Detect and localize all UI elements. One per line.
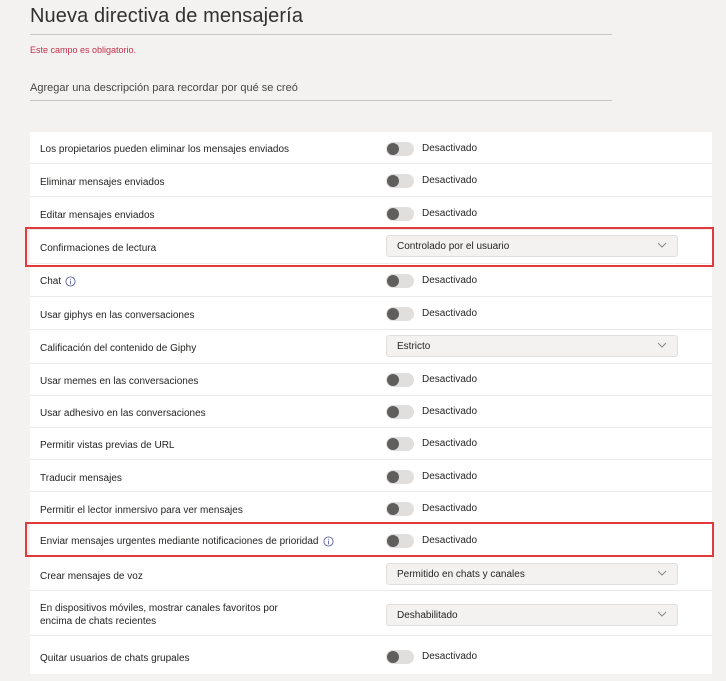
setting-row-stickers: Usar adhesivo en las conversaciones Desa…	[30, 396, 712, 428]
highlight-urgent-messages	[25, 522, 714, 557]
chevron-down-icon	[657, 570, 667, 576]
edit-sent-toggle[interactable]: Desactivado	[386, 205, 477, 223]
setting-label-wrap: En dispositivos móviles, mostrar canales…	[40, 602, 278, 628]
setting-row-giphys: Usar giphys en las conversaciones Desact…	[30, 297, 712, 330]
toggle-state: Desactivado	[422, 503, 478, 515]
url-previews-toggle[interactable]: Desactivado	[386, 435, 477, 453]
remove-users-toggle[interactable]: Desactivado	[386, 648, 477, 666]
toggle-knob	[387, 437, 399, 450]
dropdown-value: Permitido en chats y canales	[397, 569, 525, 580]
setting-row-edit-sent: Editar mensajes enviados Desactivado	[30, 197, 712, 230]
setting-label: Eliminar mensajes enviados	[40, 177, 165, 188]
chevron-down-icon	[657, 342, 667, 348]
toggle-knob	[387, 274, 399, 287]
description-underline	[30, 100, 612, 101]
toggle-state: Desactivado	[422, 175, 478, 187]
toggle-switch[interactable]	[386, 404, 414, 419]
page-title: Nueva directiva de mensajería	[30, 5, 304, 27]
giphys-toggle[interactable]: Desactivado	[386, 305, 477, 323]
toggle-switch[interactable]	[386, 469, 414, 484]
toggle-state: Desactivado	[422, 208, 478, 220]
voice-messages-dropdown[interactable]: Permitido en chats y canales	[386, 563, 678, 585]
giphy-rating-dropdown[interactable]: Estricto	[386, 335, 678, 357]
setting-row-owners-delete: Los propietarios pueden eliminar los men…	[30, 132, 712, 164]
toggle-switch[interactable]	[386, 436, 414, 451]
setting-label: Permitir el lector inmersivo para ver me…	[40, 505, 243, 516]
settings-panel: Los propietarios pueden eliminar los men…	[30, 132, 712, 674]
setting-row-giphy-rating: Calificación del contenido de Giphy Estr…	[30, 330, 712, 364]
mobile-favorites-dropdown[interactable]: Deshabilitado	[386, 604, 678, 626]
toggle-state: Desactivado	[422, 406, 478, 418]
setting-row-mobile-favorites: En dispositivos móviles, mostrar canales…	[30, 591, 712, 636]
toggle-switch[interactable]	[386, 141, 414, 156]
toggle-switch[interactable]	[386, 501, 414, 516]
title-underline[interactable]	[30, 34, 612, 35]
setting-label-line1: En dispositivos móviles, mostrar canales…	[40, 603, 278, 614]
toggle-knob	[387, 470, 399, 483]
setting-label: Usar giphys en las conversaciones	[40, 310, 195, 321]
chat-toggle[interactable]: Desactivado	[386, 272, 477, 290]
owners-delete-toggle[interactable]: Desactivado	[386, 140, 477, 158]
toggle-knob	[387, 307, 399, 320]
translate-toggle[interactable]: Desactivado	[386, 468, 477, 486]
toggle-switch[interactable]	[386, 206, 414, 221]
toggle-state: Desactivado	[422, 374, 478, 386]
setting-row-translate: Traducir mensajes Desactivado	[30, 460, 712, 492]
chevron-down-icon	[657, 611, 667, 617]
setting-label: Calificación del contenido de Giphy	[40, 343, 197, 354]
toggle-switch[interactable]	[386, 372, 414, 387]
toggle-switch[interactable]	[386, 273, 414, 288]
delete-sent-toggle[interactable]: Desactivado	[386, 172, 477, 190]
required-field-error: Este campo es obligatorio.	[30, 45, 137, 55]
toggle-state: Desactivado	[422, 651, 478, 663]
toggle-knob	[387, 142, 399, 155]
description-input[interactable]: Agregar una descripción para recordar po…	[30, 82, 298, 94]
toggle-knob	[387, 650, 399, 663]
setting-label: Usar adhesivo en las conversaciones	[40, 408, 206, 419]
toggle-state: Desactivado	[422, 438, 478, 450]
setting-label: Editar mensajes enviados	[40, 210, 155, 221]
setting-row-memes: Usar memes en las conversaciones Desacti…	[30, 364, 712, 396]
dropdown-value: Deshabilitado	[397, 610, 458, 621]
setting-row-voice-messages: Crear mensajes de voz Permitido en chats…	[30, 557, 712, 591]
dropdown-value: Estricto	[397, 341, 431, 352]
toggle-switch[interactable]	[386, 173, 414, 188]
setting-label: Crear mensajes de voz	[40, 571, 143, 582]
setting-row-immersive-reader: Permitir el lector inmersivo para ver me…	[30, 492, 712, 524]
info-icon[interactable]	[65, 276, 76, 287]
setting-label: Chat	[40, 276, 62, 287]
immersive-reader-toggle[interactable]: Desactivado	[386, 500, 477, 518]
toggle-knob	[387, 174, 399, 187]
toggle-state: Desactivado	[422, 275, 478, 287]
setting-row-remove-users: Quitar usuarios de chats grupales Desact…	[30, 636, 712, 674]
setting-label-line2: encima de chats recientes	[40, 616, 157, 627]
setting-label: Traducir mensajes	[40, 473, 122, 484]
toggle-state: Desactivado	[422, 471, 478, 483]
memes-toggle[interactable]: Desactivado	[386, 371, 477, 389]
setting-label: Quitar usuarios de chats grupales	[40, 653, 190, 664]
setting-label: Usar memes en las conversaciones	[40, 376, 199, 387]
toggle-knob	[387, 502, 399, 515]
setting-label: Los propietarios pueden eliminar los men…	[40, 144, 290, 155]
highlight-read-receipts	[25, 227, 714, 267]
setting-row-url-previews: Permitir vistas previas de URL Desactiva…	[30, 428, 712, 460]
toggle-knob	[387, 207, 399, 220]
toggle-state: Desactivado	[422, 143, 478, 155]
toggle-knob	[387, 373, 399, 386]
setting-label-wrap: Chat	[40, 275, 76, 288]
toggle-switch[interactable]	[386, 306, 414, 321]
setting-row-chat: Chat Desactivado	[30, 264, 712, 297]
toggle-knob	[387, 405, 399, 418]
setting-row-delete-sent: Eliminar mensajes enviados Desactivado	[30, 164, 712, 197]
setting-label: Permitir vistas previas de URL	[40, 440, 175, 451]
toggle-switch[interactable]	[386, 649, 414, 664]
toggle-state: Desactivado	[422, 308, 478, 320]
stickers-toggle[interactable]: Desactivado	[386, 403, 477, 421]
